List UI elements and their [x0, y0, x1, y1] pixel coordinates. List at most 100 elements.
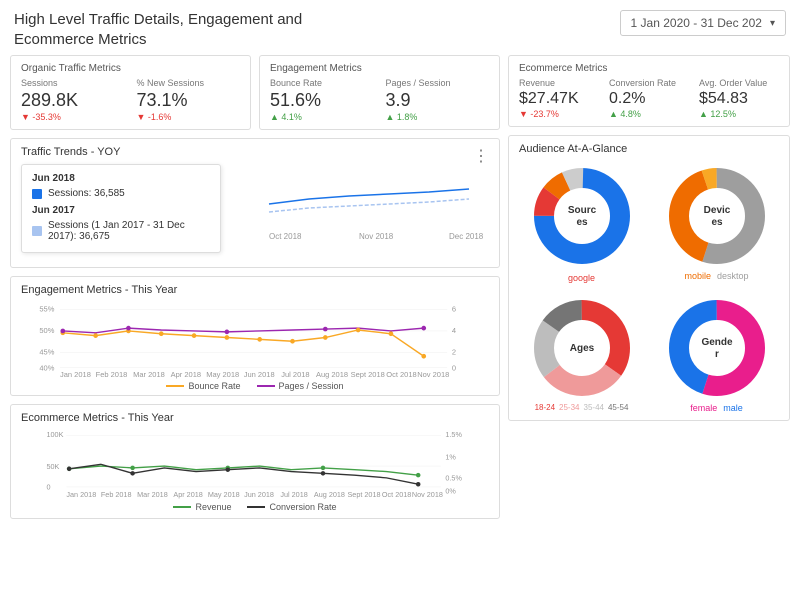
revenue-change: -23.7% [519, 109, 599, 119]
traffic-trends-card: Traffic Trends - YOY ⋮ Jun 2018 Sessions… [10, 138, 500, 268]
svg-text:0: 0 [452, 363, 456, 372]
gender-chart: Gende r [662, 293, 772, 403]
svg-text:Sourc: Sourc [567, 205, 596, 216]
svg-text:May 2018: May 2018 [206, 370, 239, 379]
audience-title: Audience At-A-Glance [519, 143, 779, 155]
avg-order-label: Avg. Order Value [699, 78, 779, 88]
tooltip-metric-2: Sessions (1 Jan 2017 - 31 Dec 2017): 36,… [48, 220, 210, 242]
conversion-legend-label: Conversion Rate [269, 502, 336, 512]
svg-text:Apr 2018: Apr 2018 [171, 370, 201, 379]
pages-session-value: 3.9 [386, 90, 490, 111]
svg-text:50K: 50K [46, 462, 59, 471]
svg-text:Jan 2018: Jan 2018 [60, 370, 91, 379]
date-range-label: 1 Jan 2020 - 31 Dec 202 [631, 16, 762, 30]
bounce-rate-metric: Bounce Rate 51.6% 4.1% [270, 78, 374, 122]
pages-session-up-icon [386, 112, 397, 122]
legend-bounce-rate: Bounce Rate [166, 381, 240, 391]
main-content: Organic Traffic Metrics Sessions 289.8K … [0, 55, 800, 533]
svg-text:0.5%: 0.5% [445, 474, 462, 483]
audience-card: Audience At-A-Glance Sourc [508, 135, 790, 421]
conversion-rate-value: 0.2% [609, 90, 689, 108]
ecommerce-chart-svg: 100K 50K 0 1.5% 1% 0.5% 0% [21, 428, 489, 496]
svg-text:Dec 2018: Dec 2018 [449, 232, 484, 241]
engagement-card-title: Engagement Metrics [270, 63, 489, 74]
svg-text:50%: 50% [39, 326, 54, 335]
organic-traffic-card: Organic Traffic Metrics Sessions 289.8K … [10, 55, 251, 130]
svg-text:es: es [711, 217, 723, 228]
ecommerce-metrics-inner: Revenue $27.47K -23.7% Conversion Rate 0… [519, 78, 779, 119]
tooltip-dot-1 [32, 189, 42, 199]
ecommerce-metrics-card: Ecommerce Metrics Revenue $27.47K -23.7%… [508, 55, 790, 127]
legend-conversion: Conversion Rate [247, 502, 336, 512]
tooltip-year1: Jun 2018 [32, 173, 210, 184]
pages-session-label: Pages / Session [386, 78, 490, 88]
sessions-down-icon [21, 112, 32, 122]
conversion-rate-metric: Conversion Rate 0.2% 4.8% [609, 78, 689, 119]
svg-text:Nov 2018: Nov 2018 [417, 370, 449, 379]
age-35-44: 35-44 [584, 403, 604, 412]
gender-sublabels: female male [690, 403, 743, 413]
engagement-card: Engagement Metrics Bounce Rate 51.6% 4.1… [259, 55, 500, 130]
conversion-rate-up-icon [609, 109, 620, 119]
engagement-chart-svg: 55% 50% 45% 40% 6 4 2 0 [21, 300, 489, 375]
new-sessions-value: 73.1% [137, 90, 241, 111]
svg-text:Jul 2018: Jul 2018 [280, 490, 307, 499]
gender-donut: Gende r female male [654, 293, 779, 413]
bounce-rate-up-icon [270, 112, 281, 122]
ecommerce-metrics-title: Ecommerce Metrics [519, 63, 779, 74]
svg-text:1.5%: 1.5% [445, 430, 462, 439]
svg-text:Jun 2018: Jun 2018 [244, 370, 275, 379]
ages-chart: Ages [527, 293, 637, 403]
legend-revenue: Revenue [173, 502, 231, 512]
svg-text:0: 0 [46, 483, 50, 492]
svg-text:May 2018: May 2018 [208, 490, 240, 499]
tooltip-year2: Jun 2017 [32, 205, 210, 216]
page-header: High Level Traffic Details, Engagement a… [0, 0, 800, 55]
svg-text:Jan 2018: Jan 2018 [66, 490, 96, 499]
conversion-rate-label: Conversion Rate [609, 78, 689, 88]
devices-donut: Devic es mobile desktop [654, 161, 779, 283]
bounce-rate-legend-line [166, 385, 184, 387]
mobile-label: mobile [684, 271, 711, 281]
new-sessions-metric: % New Sessions 73.1% -1.6% [137, 78, 241, 122]
ecommerce-chart-card: Ecommerce Metrics - This Year 100K 50K 0… [10, 404, 500, 519]
age-18-24: 18-24 [535, 403, 555, 412]
revenue-metric: Revenue $27.47K -23.7% [519, 78, 599, 119]
svg-text:Nov 2018: Nov 2018 [412, 490, 443, 499]
svg-text:Apr 2018: Apr 2018 [173, 490, 202, 499]
ages-sublabels: 18-24 25-34 35-44 45-54 [535, 403, 629, 412]
svg-text:0%: 0% [445, 486, 456, 495]
age-45-54: 45-54 [608, 403, 628, 412]
ecommerce-chart-title: Ecommerce Metrics - This Year [21, 412, 489, 424]
desktop-label: desktop [717, 271, 749, 281]
traffic-tooltip: Jun 2018 Sessions: 36,585 Jun 2017 Sessi… [21, 164, 221, 253]
bounce-rate-label: Bounce Rate [270, 78, 374, 88]
devices-sublabels: mobile desktop [684, 271, 748, 281]
svg-text:Feb 2018: Feb 2018 [96, 370, 128, 379]
sessions-metric: Sessions 289.8K -35.3% [21, 78, 125, 122]
devices-chart: Devic es [662, 161, 772, 271]
svg-text:Sept 2018: Sept 2018 [351, 370, 385, 379]
left-column: Organic Traffic Metrics Sessions 289.8K … [10, 55, 500, 527]
svg-text:Mar 2018: Mar 2018 [133, 370, 165, 379]
svg-text:r: r [715, 349, 719, 360]
female-label: female [690, 403, 717, 413]
new-sessions-down-icon [137, 112, 148, 122]
conversion-rate-change: 4.8% [609, 109, 689, 119]
sources-donut: Sourc es google [519, 161, 644, 283]
donut-grid: Sourc es google Devic [519, 161, 779, 413]
bounce-rate-legend-label: Bounce Rate [188, 381, 240, 391]
legend-pages-session: Pages / Session [257, 381, 344, 391]
ages-donut: Ages 18-24 25-34 35-44 45-54 [519, 293, 644, 413]
revenue-legend-line [173, 506, 191, 508]
sessions-label: Sessions [21, 78, 125, 88]
sources-chart: Sourc es [527, 161, 637, 271]
new-sessions-label: % New Sessions [137, 78, 241, 88]
svg-text:Devic: Devic [703, 205, 730, 216]
ecommerce-legend: Revenue Conversion Rate [21, 502, 489, 512]
tooltip-metric-1: Sessions: 36,585 [48, 188, 125, 199]
svg-text:Gende: Gende [701, 337, 733, 348]
male-label: male [723, 403, 743, 413]
date-picker[interactable]: 1 Jan 2020 - 31 Dec 202 ▾ [620, 10, 786, 36]
svg-text:es: es [576, 217, 588, 228]
